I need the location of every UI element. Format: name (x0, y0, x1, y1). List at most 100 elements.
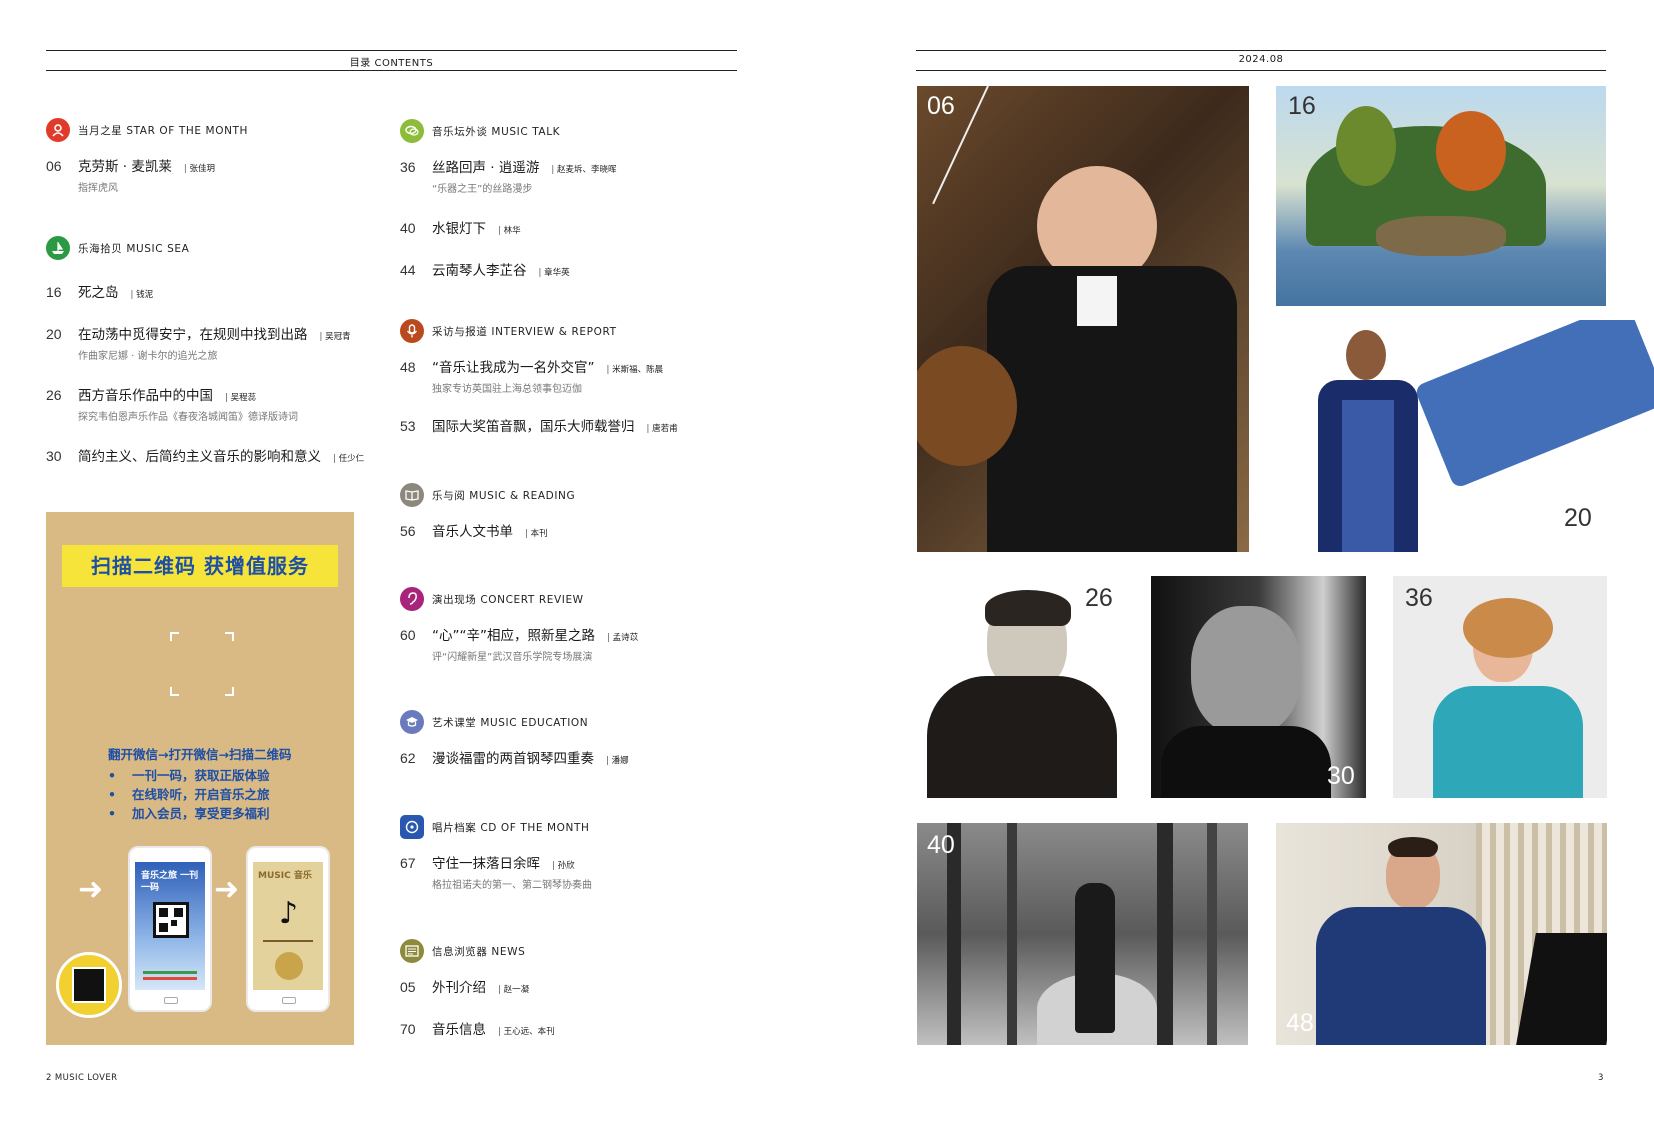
toc-entry[interactable]: 40 水银灯下林华 (400, 217, 740, 237)
toc-entry[interactable]: 30 简约主义、后简约主义音乐的影响和意义任少仁 (46, 445, 386, 465)
page-number: 67 (400, 855, 416, 871)
section-music-sea: 乐海拾贝 MUSIC SEA 16 死之岛钱泥 20 在动荡中觅得安宁，在规则中找到… (46, 235, 386, 465)
phone-mockup-qr: 音乐之旅 一刊一码 (128, 846, 212, 1012)
article-author: 吴程蕊 (225, 391, 257, 403)
arrow-right-icon: ➜ (214, 872, 240, 907)
article-title[interactable]: 在动荡中觅得安宁，在规则中找到出路 (78, 323, 308, 343)
page-number: 36 (400, 159, 416, 175)
arrow-right-icon: ➜ (78, 872, 104, 907)
qr-code-icon (153, 902, 189, 938)
photo-page-number: 16 (1288, 92, 1316, 120)
photo-diplomat-at-piano[interactable]: 48 (1276, 823, 1607, 1045)
section-title: 演出现场 CONCERT REVIEW (432, 593, 584, 606)
article-title[interactable]: 死之岛 (78, 281, 119, 301)
issue-header-rule: 2024.08 (916, 50, 1606, 71)
article-title[interactable]: 音乐信息 (432, 1018, 486, 1038)
article-title[interactable]: 国际大奖笛音飘，国乐大师载誉归 (432, 415, 635, 435)
article-author: 潘娜 (606, 754, 629, 766)
photo-page-number: 26 (1085, 584, 1113, 612)
chat-icon (400, 119, 424, 143)
photo-composer-portrait[interactable]: 26 (917, 576, 1127, 798)
page-number: 30 (46, 448, 62, 464)
toc-entry[interactable]: 44 云南琴人李芷谷章华英 (400, 259, 740, 279)
photo-page-number: 36 (1405, 584, 1433, 612)
photo-woman-with-scarf[interactable]: 20 (1276, 320, 1654, 552)
page-number: 44 (400, 262, 416, 278)
article-title[interactable]: 漫谈福雷的两首钢琴四重奏 (432, 747, 594, 767)
toc-entry[interactable]: 67 守住一抹落日余晖孙欣 格拉祖诺夫的第一、第二钢琴协奏曲 (400, 852, 740, 891)
section-concert-review: 演出现场 CONCERT REVIEW 60 “心”“辛”相应，照新星之路孟诗苡 … (400, 586, 740, 663)
photo-man-bw-portrait[interactable]: 30 (1151, 576, 1366, 798)
phone-screen-label: MUSIC 音乐 (258, 871, 312, 881)
article-author: 吴冠青 (320, 330, 351, 342)
article-author: 唐若甫 (647, 422, 678, 434)
article-subtitle: 作曲家尼娜 · 谢卡尔的追光之旅 (78, 351, 218, 362)
section-title: 艺术课堂 MUSIC EDUCATION (432, 716, 589, 729)
article-author: 孟诗苡 (607, 631, 639, 643)
article-author: 米斯福、陈晨 (607, 363, 663, 375)
photo-singer-woman[interactable]: 36 (1393, 576, 1607, 798)
article-subtitle: “乐器之王”的丝路漫步 (432, 184, 533, 195)
cd-icon (400, 815, 424, 839)
article-title[interactable]: 丝路回声 · 逍遥游 (432, 156, 539, 176)
photo-page-number: 30 (1327, 762, 1355, 790)
toc-entry[interactable]: 05 外刊介绍赵一凝 (400, 976, 740, 996)
article-author: 王心远、本刊 (498, 1025, 555, 1037)
qr-benefits-list: 一刊一码，获取正版体验 在线聆听，开启音乐之旅 加入会员，享受更多福利 (108, 765, 270, 822)
toc-entry[interactable]: 53 国际大奖笛音飘，国乐大师载誉归唐若甫 (400, 415, 740, 435)
toc-entry[interactable]: 26 西方音乐作品中的中国吴程蕊 探究韦伯恩声乐作品《春夜洛城闻笛》德译版诗词 (46, 384, 386, 423)
page-number: 48 (400, 359, 416, 375)
toc-entry[interactable]: 56 音乐人文书单本刊 (400, 520, 740, 540)
article-title[interactable]: 守住一抹落日余晖 (432, 852, 540, 872)
qr-code-frame[interactable] (170, 632, 234, 696)
section-title: 信息浏览器 NEWS (432, 945, 526, 958)
article-title[interactable]: 西方音乐作品中的中国 (78, 384, 213, 404)
boat-icon (46, 236, 70, 260)
toc-entry[interactable]: 70 音乐信息王心远、本刊 (400, 1018, 740, 1038)
phone-screen-label: 音乐之旅 一刊一码 (141, 871, 199, 893)
page-number: 62 (400, 750, 416, 766)
toc-entry[interactable]: 60 “心”“辛”相应，照新星之路孟诗苡 评“闪耀新星”武汉音乐学院专场展演 (400, 624, 740, 663)
toc-entry[interactable]: 62 漫谈福雷的两首钢琴四重奏潘娜 (400, 747, 740, 767)
contents-header-label: 目录 CONTENTS (349, 58, 434, 69)
article-title[interactable]: “音乐让我成为一名外交官” (432, 356, 595, 376)
article-title[interactable]: 克劳斯 · 麦凯莱 (78, 155, 172, 175)
article-title[interactable]: 水银灯下 (432, 217, 486, 237)
page-number: 05 (400, 979, 416, 995)
toc-entry[interactable]: 48 “音乐让我成为一名外交官” 米斯福、陈晨 独家专访英国驻上海总领事包迈伽 (400, 356, 740, 395)
section-title: 唱片档案 CD OF THE MONTH (432, 821, 590, 834)
article-author: 任少仁 (333, 452, 365, 464)
page-number: 53 (400, 418, 416, 434)
photo-conductor[interactable]: 06 (917, 86, 1249, 552)
page-number: 40 (400, 220, 416, 236)
photo-page-number: 48 (1286, 1009, 1314, 1037)
folio-left: 2 MUSIC LOVER (46, 1073, 118, 1083)
toc-entry[interactable]: 36 丝路回声 · 逍遥游赵麦坼、李晓晖 “乐器之王”的丝路漫步 (400, 156, 740, 195)
article-title[interactable]: 简约主义、后简约主义音乐的影响和意义 (78, 445, 321, 465)
qr-benefit: 一刊一码，获取正版体验 (108, 765, 270, 784)
article-title[interactable]: 外刊介绍 (432, 976, 486, 996)
toc-entry[interactable]: 06 克劳斯 · 麦凯莱张佳玥 指挥虎风 (46, 155, 376, 194)
wechat-badge-icon (56, 952, 122, 1018)
photo-island-painting[interactable]: 16 (1276, 86, 1606, 306)
qr-steps: 翻开微信→打开微信→扫描二维码 (108, 747, 292, 762)
article-author: 本刊 (525, 527, 548, 539)
contents-header-rule: 目录 CONTENTS (46, 50, 737, 71)
article-subtitle: 评“闪耀新星”武汉音乐学院专场展演 (432, 652, 593, 663)
photo-page-number: 40 (927, 831, 955, 859)
qr-promo-box: 扫描二维码 获增值服务 翻开微信→打开微信→扫描二维码 一刊一码，获取正版体验 … (46, 512, 354, 1045)
toc-entry[interactable]: 16 死之岛钱泥 (46, 281, 386, 301)
article-title[interactable]: 音乐人文书单 (432, 520, 513, 540)
microphone-icon (400, 319, 424, 343)
article-author: 林华 (498, 224, 521, 236)
article-author: 赵一凝 (498, 983, 530, 995)
article-title[interactable]: “心”“辛”相应，照新星之路 (432, 624, 595, 644)
photo-man-in-forest[interactable]: 40 (917, 823, 1248, 1045)
section-music-reading: 乐与阅 MUSIC & READING 56 音乐人文书单本刊 (400, 482, 740, 540)
toc-entry[interactable]: 20 在动荡中觅得安宁，在规则中找到出路吴冠青 作曲家尼娜 · 谢卡尔的追光之旅 (46, 323, 386, 362)
page-number: 60 (400, 627, 416, 643)
article-title[interactable]: 云南琴人李芷谷 (432, 259, 527, 279)
section-cd-of-the-month: 唱片档案 CD OF THE MONTH 67 守住一抹落日余晖孙欣 格拉祖诺夫的… (400, 814, 740, 891)
phone-mockup-magazine: MUSIC 音乐 ♪ (246, 846, 330, 1012)
page-number: 26 (46, 387, 62, 403)
